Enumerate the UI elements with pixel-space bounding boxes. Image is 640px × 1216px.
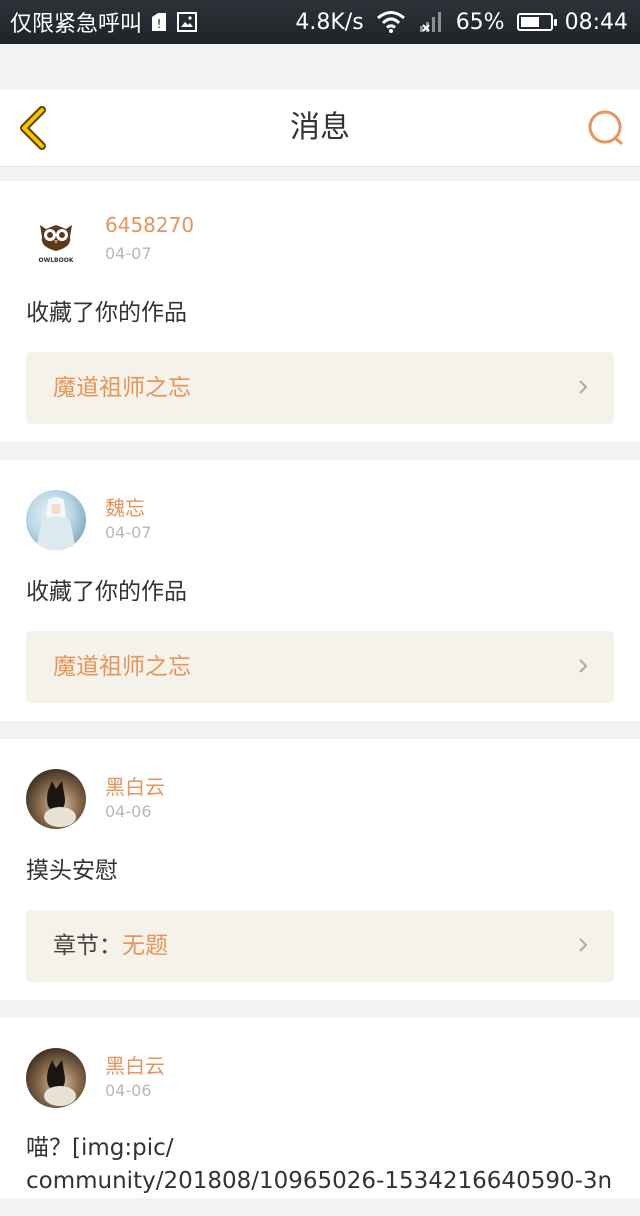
chevron-right-icon [579, 380, 588, 394]
avatar[interactable] [26, 490, 86, 550]
username[interactable]: 6458270 [105, 213, 194, 237]
clock: 08:44 [564, 9, 628, 35]
work-link[interactable]: 魔道祖师之忘 [26, 352, 614, 424]
message-date: 04-07 [105, 244, 152, 263]
username[interactable]: 黑白云 [105, 771, 165, 800]
svg-text:OWLBOOK: OWLBOOK [39, 257, 74, 264]
chevron-right-icon [579, 659, 588, 673]
page-title: 消息 [290, 110, 350, 145]
status-bar: 仅限紧急呼叫 ! 4.8K/s 65% 08:44 [0, 0, 640, 44]
cat-photo-icon [44, 781, 76, 827]
work-title: 魔道祖师之忘 [53, 375, 191, 401]
battery-icon [516, 13, 557, 31]
message-text: 摸头安慰 [26, 858, 118, 884]
avatar[interactable]: OWLBOOK [26, 211, 86, 271]
message-list: OWLBOOK 6458270 04-07 收藏了你的作品 魔道祖师之忘 魏忘 … [0, 181, 640, 1216]
message-date: 04-06 [105, 802, 152, 821]
work-title: 魔道祖师之忘 [53, 654, 191, 680]
avatar[interactable] [26, 769, 86, 829]
message-text: 收藏了你的作品 [26, 579, 187, 605]
message-date: 04-07 [105, 523, 152, 542]
owl-logo-icon: OWLBOOK [39, 225, 74, 264]
page-header: 消息 [0, 90, 640, 167]
message-card: 魏忘 04-07 收藏了你的作品 魔道祖师之忘 [0, 460, 640, 721]
cat-photo-icon [44, 1060, 76, 1106]
username[interactable]: 魏忘 [105, 492, 145, 521]
battery-text: 65% [455, 9, 505, 35]
message-card: OWLBOOK 6458270 04-07 收藏了你的作品 魔道祖师之忘 [0, 181, 640, 442]
image-icon [177, 12, 198, 32]
network-speed: 4.8K/s [295, 9, 364, 35]
search-icon [588, 110, 623, 145]
username[interactable]: 黑白云 [105, 1050, 165, 1079]
carrier-text: 仅限紧急呼叫 [10, 12, 143, 37]
message-card: 黑白云 04-06 摸头安慰 章节：无题 [0, 739, 640, 1000]
svg-text:!: ! [157, 17, 162, 31]
message-text: 收藏了你的作品 [26, 300, 187, 326]
message-date: 04-06 [105, 1081, 152, 1100]
work-link[interactable]: 魔道祖师之忘 [26, 631, 614, 703]
avatar[interactable] [26, 1048, 86, 1108]
message-text: 喵？[img:pic/ community/201808/10965026-15… [26, 1135, 613, 1194]
anime-figure-icon [36, 497, 76, 550]
sim-warning-icon: ! [152, 13, 167, 31]
message-card: 黑白云 04-06 喵？[img:pic/ community/201808/1… [0, 1018, 640, 1198]
wifi-icon [376, 11, 405, 33]
chapter-label: 章节： [53, 933, 122, 959]
chapter-link[interactable]: 章节：无题 [26, 910, 614, 982]
search-button[interactable] [586, 108, 626, 148]
chevron-right-icon [579, 938, 588, 952]
chapter-title: 无题 [122, 933, 168, 959]
signal-icon [419, 12, 441, 32]
